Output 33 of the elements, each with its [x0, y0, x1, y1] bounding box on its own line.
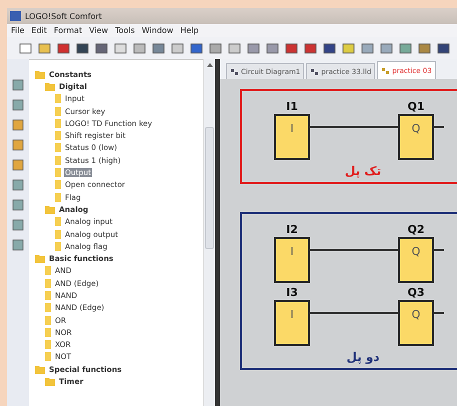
block-label: Q1 — [407, 101, 424, 113]
output-block[interactable]: Q — [398, 114, 434, 160]
wire — [434, 126, 444, 128]
block-label: I2 — [286, 224, 298, 236]
folder-icon — [45, 204, 55, 214]
input-block[interactable]: I — [274, 237, 310, 283]
input-block[interactable]: I — [274, 114, 310, 160]
app-icon — [10, 11, 21, 21]
folder-icon — [35, 254, 45, 264]
output-block[interactable]: Q — [398, 237, 434, 283]
menu-item[interactable]: Window — [142, 26, 174, 35]
input-block[interactable]: I — [274, 300, 310, 346]
block-label: Q2 — [407, 224, 424, 236]
menu-item[interactable]: File — [11, 26, 24, 35]
diagram-icon — [310, 68, 320, 76]
block-label: I1 — [286, 101, 298, 113]
circuit-caption: تک پل — [344, 164, 382, 180]
scroll-up-icon[interactable] — [206, 63, 212, 67]
window-title: LOGO!Soft Comfort — [25, 12, 102, 20]
diagram-icon — [381, 66, 390, 74]
circuit-caption: دو پل — [346, 350, 380, 366]
wire — [434, 249, 444, 251]
block-label: I3 — [286, 287, 298, 299]
menu-item[interactable]: Edit — [31, 26, 47, 35]
wire — [434, 312, 444, 314]
block-label: Q3 — [407, 287, 424, 299]
diagram-icon — [230, 68, 239, 76]
menu-item[interactable]: Format — [54, 26, 82, 35]
scrollbar-thumb[interactable] — [205, 127, 214, 249]
menu-item[interactable]: Help — [180, 26, 199, 35]
menu-item[interactable]: View — [89, 26, 108, 35]
menu-item[interactable]: Tools — [115, 26, 135, 35]
output-block[interactable]: Q — [398, 300, 434, 346]
